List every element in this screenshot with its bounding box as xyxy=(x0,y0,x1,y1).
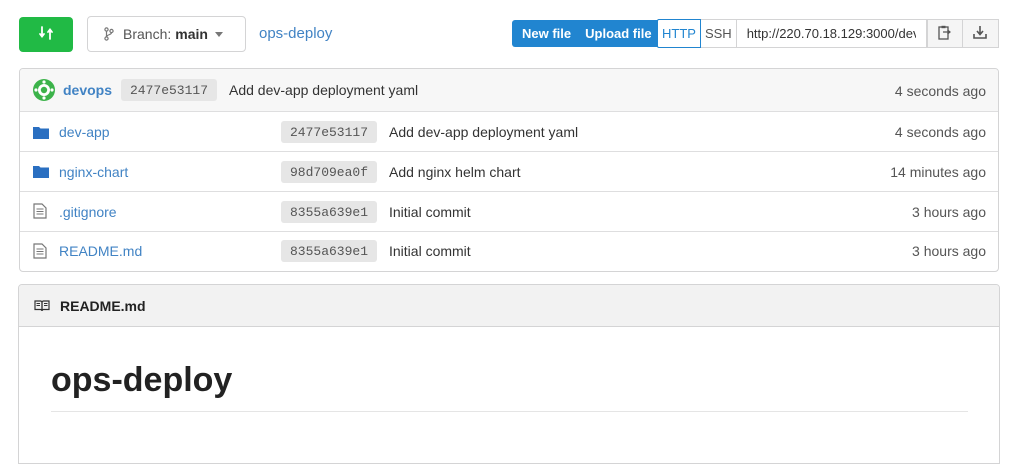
file-text-icon xyxy=(33,243,47,262)
file-commit-age: 14 minutes ago xyxy=(890,164,986,180)
upload-file-button[interactable]: Upload file xyxy=(581,20,662,47)
file-commit-age: 4 seconds ago xyxy=(894,124,986,140)
folder-icon xyxy=(33,126,49,142)
file-commit-message[interactable]: Initial commit xyxy=(389,204,471,220)
file-commit-age: 3 hours ago xyxy=(912,204,986,220)
book-icon xyxy=(34,299,50,312)
file-row[interactable]: .gitignore 8355a639e1 Initial commit 3 h… xyxy=(20,191,998,231)
clipboard-icon xyxy=(938,25,952,43)
new-file-button[interactable]: New file xyxy=(512,20,582,47)
clone-panel: HTTP SSH xyxy=(657,19,999,48)
file-commit-sha[interactable]: 8355a639e1 xyxy=(281,201,378,223)
repo-name-link[interactable]: ops-deploy xyxy=(259,25,332,42)
file-commit-message[interactable]: Add dev-app deployment yaml xyxy=(389,124,578,140)
file-name[interactable]: .gitignore xyxy=(59,204,117,220)
commit-message[interactable]: Add dev-app deployment yaml xyxy=(229,82,418,98)
compare-button[interactable] xyxy=(19,17,73,52)
download-icon xyxy=(973,25,987,42)
file-commit-sha[interactable]: 2477e53117 xyxy=(281,121,378,143)
chevron-down-icon xyxy=(214,31,223,37)
copy-url-button[interactable] xyxy=(926,19,963,48)
file-name[interactable]: dev-app xyxy=(59,124,110,140)
file-table: devops 2477e53117 Add dev-app deployment… xyxy=(19,68,999,272)
readme-heading: ops-deploy xyxy=(51,360,968,412)
file-commit-message[interactable]: Initial commit xyxy=(389,243,471,259)
avatar xyxy=(32,78,56,105)
file-row[interactable]: dev-app 2477e53117 Add dev-app deploymen… xyxy=(20,111,998,151)
file-commit-sha[interactable]: 98d709ea0f xyxy=(281,161,378,183)
file-row[interactable]: nginx-chart 98d709ea0f Add nginx helm ch… xyxy=(20,151,998,191)
commit-author[interactable]: devops xyxy=(63,82,112,98)
ssh-tab[interactable]: SSH xyxy=(700,19,737,48)
branch-name: main xyxy=(175,26,208,42)
file-name[interactable]: nginx-chart xyxy=(59,164,128,180)
download-button[interactable] xyxy=(962,19,999,48)
readme-filename: README.md xyxy=(60,297,146,314)
branch-dropdown[interactable]: Branch: main xyxy=(87,16,246,52)
latest-commit-row: devops 2477e53117 Add dev-app deployment… xyxy=(20,69,998,111)
file-name[interactable]: README.md xyxy=(59,243,142,259)
commit-age: 4 seconds ago xyxy=(894,83,986,99)
readme-panel: README.md ops-deploy xyxy=(18,284,1000,464)
readme-content: ops-deploy xyxy=(19,327,999,412)
branch-icon xyxy=(104,27,114,41)
http-tab[interactable]: HTTP xyxy=(657,19,701,48)
branch-label: Branch: xyxy=(123,26,172,42)
clone-url-input[interactable] xyxy=(736,19,927,48)
folder-icon xyxy=(33,165,49,181)
file-text-icon xyxy=(33,203,47,222)
file-actions: New file Upload file xyxy=(512,20,662,47)
commit-sha[interactable]: 2477e53117 xyxy=(121,79,218,101)
file-commit-message[interactable]: Add nginx helm chart xyxy=(389,164,521,180)
readme-header: README.md xyxy=(19,285,999,327)
file-commit-sha[interactable]: 8355a639e1 xyxy=(281,240,378,262)
file-commit-age: 3 hours ago xyxy=(912,243,986,259)
compare-arrows-icon xyxy=(38,25,54,44)
file-row[interactable]: README.md 8355a639e1 Initial commit 3 ho… xyxy=(20,231,998,271)
